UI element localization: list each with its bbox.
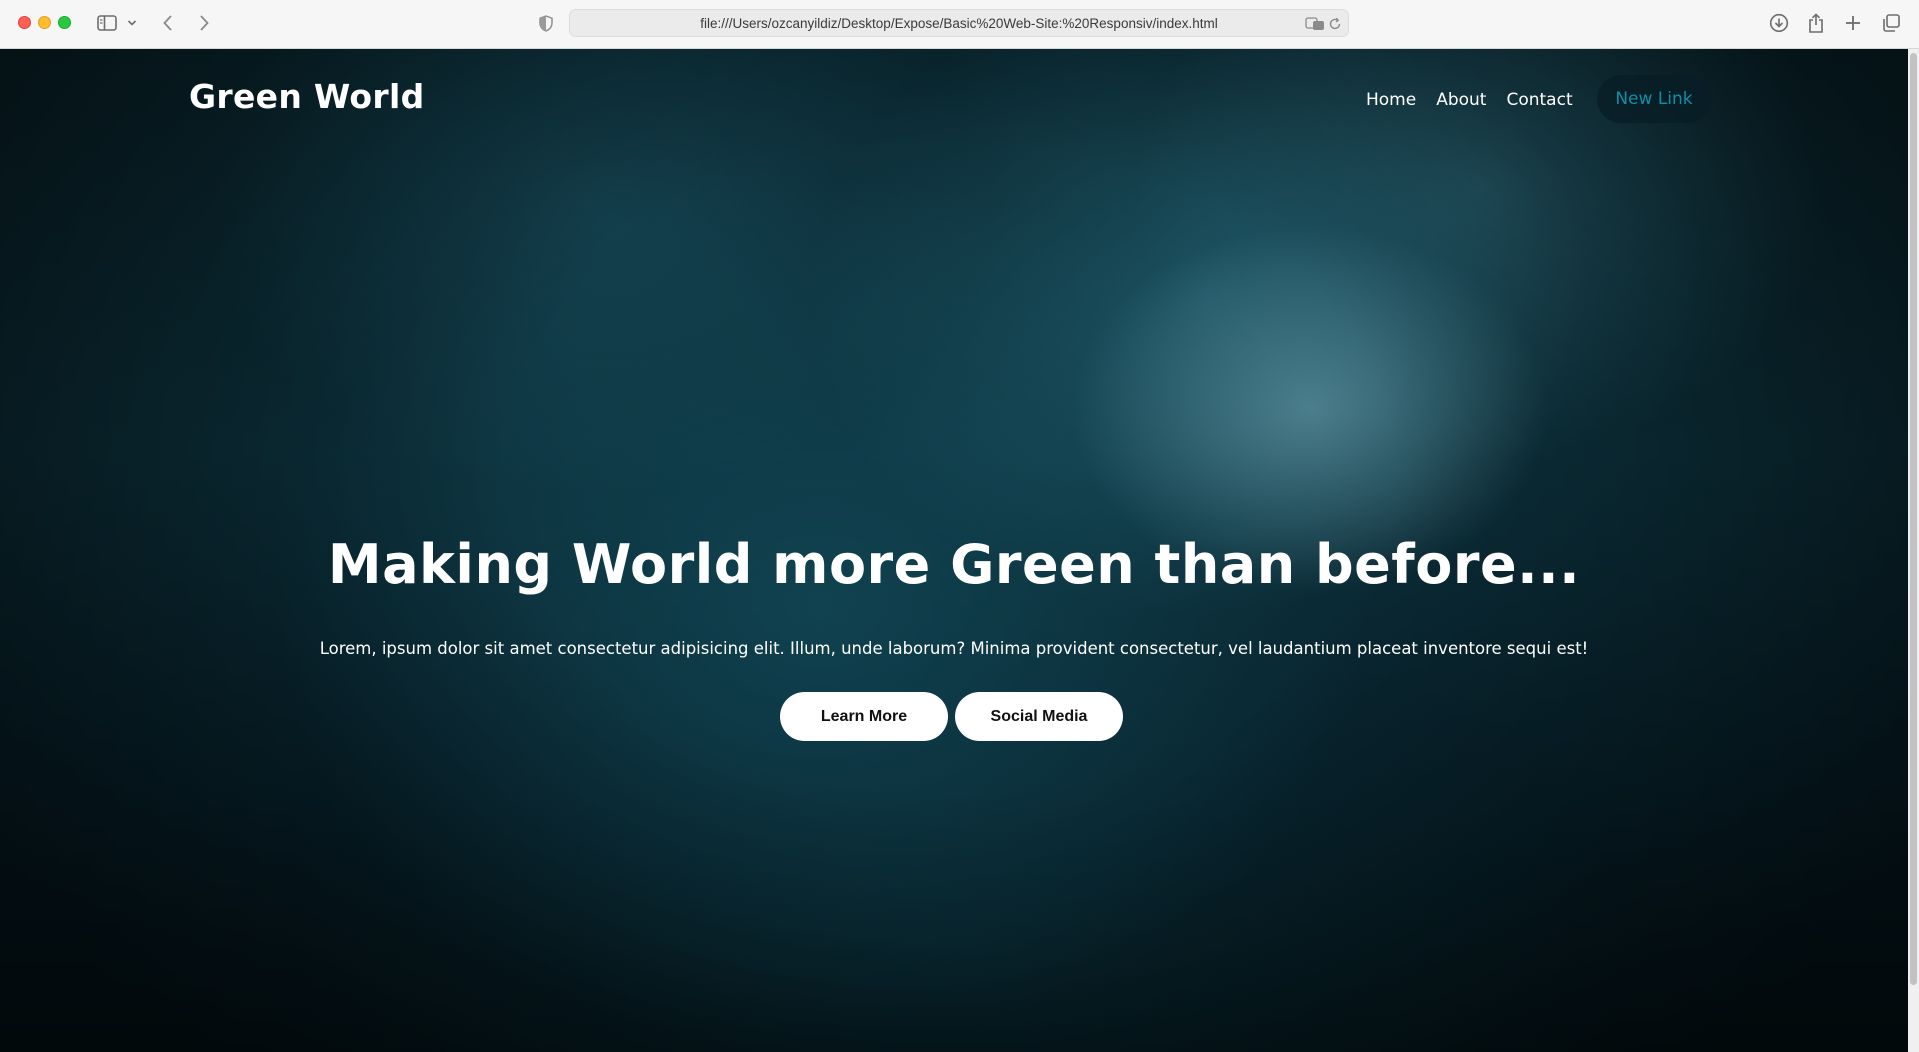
address-bar-url: file:///Users/ozcanyildiz/Desktop/Expose…	[700, 15, 1218, 31]
site-logo[interactable]: Green World	[189, 77, 425, 116]
nav-link-home[interactable]: Home	[1366, 90, 1416, 110]
scrollbar-thumb[interactable]	[1910, 53, 1917, 985]
address-bar[interactable]: file:///Users/ozcanyildiz/Desktop/Expose…	[569, 9, 1349, 37]
forward-arrow-icon[interactable]	[194, 12, 214, 34]
browser-toolbar: file:///Users/ozcanyildiz/Desktop/Expose…	[0, 0, 1919, 49]
new-tab-icon[interactable]	[1843, 12, 1863, 34]
back-arrow-icon[interactable]	[158, 12, 178, 34]
chevron-down-icon[interactable]	[126, 12, 138, 34]
social-media-button[interactable]: Social Media	[955, 692, 1123, 741]
translate-icon[interactable]	[1305, 15, 1325, 33]
close-window-button[interactable]	[18, 16, 31, 29]
zoom-window-button[interactable]	[58, 16, 71, 29]
sidebar-toggle-icon[interactable]	[96, 12, 118, 34]
nav-link-about[interactable]: About	[1436, 90, 1486, 110]
main-nav: Home About Contact	[1366, 90, 1593, 110]
share-icon[interactable]	[1806, 12, 1826, 34]
minimize-window-button[interactable]	[38, 16, 51, 29]
hero-title: Making World more Green than before...	[327, 533, 1581, 596]
downloads-icon[interactable]	[1768, 12, 1790, 34]
page-scrollbar[interactable]	[1908, 49, 1919, 1052]
reload-icon[interactable]	[1328, 15, 1342, 33]
tab-overview-icon[interactable]	[1880, 12, 1902, 34]
privacy-shield-icon[interactable]	[536, 12, 556, 34]
hero-section: Green World Home About Contact New Link …	[0, 49, 1908, 1052]
learn-more-button[interactable]: Learn More	[780, 692, 948, 741]
hero-subtitle: Lorem, ipsum dolor sit amet consectetur …	[319, 639, 1589, 658]
nav-link-contact[interactable]: Contact	[1506, 90, 1572, 110]
nav-link-new[interactable]: New Link	[1597, 75, 1711, 123]
